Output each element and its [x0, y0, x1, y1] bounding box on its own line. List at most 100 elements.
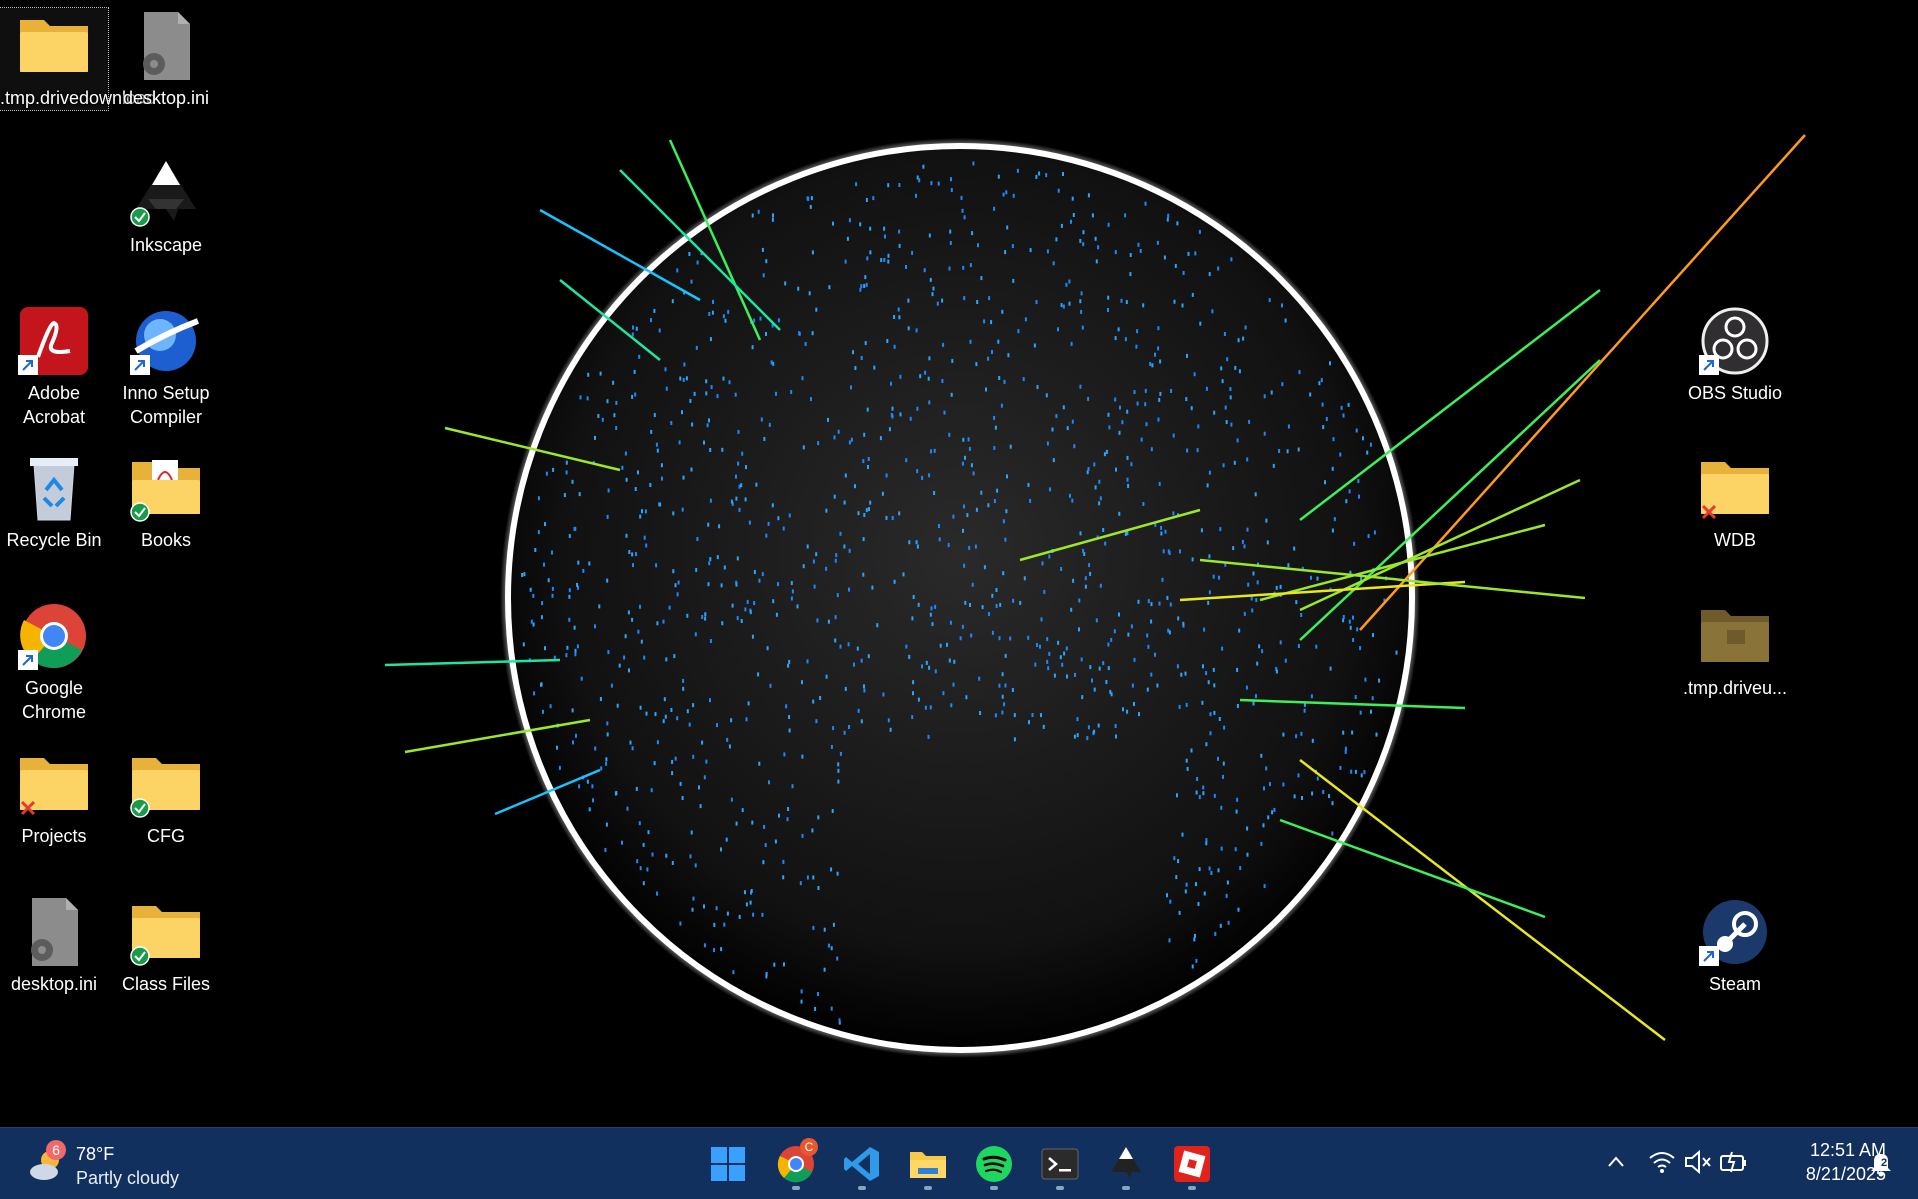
globe-dot — [1351, 730, 1354, 735]
globe-dot — [1052, 261, 1055, 266]
globe-dot — [1281, 303, 1283, 308]
globe-dot — [1009, 636, 1012, 641]
globe-dot — [888, 427, 891, 432]
globe-dot — [1367, 534, 1370, 539]
battery-icon[interactable] — [1718, 1146, 1750, 1178]
globe-dot — [863, 513, 866, 517]
globe-dot — [703, 904, 705, 909]
globe-dot — [916, 544, 919, 549]
globe-dot — [1080, 309, 1083, 314]
globe-dot — [1074, 672, 1076, 677]
desktop-icon-projects[interactable]: Projects — [0, 746, 108, 848]
globe-dot — [971, 582, 974, 587]
desktop-icon-class-files[interactable]: Class Files — [112, 894, 220, 996]
desktop-icon-inno-setup-compiler[interactable]: Inno Setup Compiler — [112, 303, 220, 429]
desktop-icon-wdb[interactable]: WDB — [1681, 450, 1789, 552]
taskbar-start-button[interactable] — [700, 1138, 756, 1188]
desktop-icon-google-chrome[interactable]: Google Chrome — [0, 598, 108, 724]
weather-widget[interactable]: 6 78°F Partly cloudy — [24, 1140, 224, 1190]
taskbar-spotify-button[interactable] — [966, 1138, 1022, 1190]
globe-dot — [1199, 321, 1202, 326]
globe-dot — [543, 562, 545, 567]
globe-dot — [1369, 442, 1372, 447]
globe-dot — [1109, 689, 1112, 694]
globe-dot — [1130, 624, 1133, 629]
desktop-icon-tmp-driveu[interactable]: .tmp.driveu... — [1681, 598, 1789, 700]
desktop-icon-books[interactable]: Books — [112, 450, 220, 552]
desktop-icon-obs-studio[interactable]: OBS Studio — [1681, 303, 1789, 405]
globe-dot — [588, 807, 591, 812]
globe-dot — [848, 587, 850, 592]
globe-dot — [884, 234, 886, 239]
globe-dot — [943, 410, 946, 415]
globe-dot — [1265, 518, 1268, 523]
globe-dot — [961, 624, 964, 629]
settings-file-icon — [143, 12, 190, 80]
desktop-icon-steam[interactable]: Steam — [1681, 894, 1789, 996]
globe-dot — [1222, 463, 1225, 468]
globe-dot — [1055, 414, 1058, 419]
globe-dot — [1273, 807, 1276, 812]
globe-dot — [671, 759, 674, 764]
globe-dot — [1181, 832, 1184, 837]
globe-dot — [971, 231, 974, 236]
desktop-icon-tmp-drivedownload[interactable]: .tmp.drivedownload — [0, 7, 156, 111]
globe-dot — [732, 970, 735, 975]
globe-dot — [1137, 599, 1140, 604]
globe-dot — [1310, 694, 1313, 699]
desktop-icon-recycle-bin[interactable]: Recycle Bin — [0, 450, 108, 552]
globe-dot — [1107, 308, 1109, 312]
desktop-icon-adobe-acrobat[interactable]: Adobe Acrobat — [0, 303, 108, 429]
taskbar-file-explorer-button[interactable] — [900, 1138, 956, 1190]
notification-center-button[interactable]: 2 — [1866, 1148, 1896, 1178]
globe-dot — [568, 534, 571, 538]
taskbar-vscode-button[interactable] — [834, 1138, 890, 1190]
icon-glyph — [1697, 894, 1773, 970]
globe-dot — [1131, 683, 1134, 688]
globe-dot — [671, 861, 674, 865]
globe-dot — [1347, 402, 1350, 407]
taskbar-inkscape-button[interactable] — [1098, 1138, 1154, 1190]
globe-dot — [915, 193, 917, 198]
globe-dot — [990, 320, 993, 325]
taskbar-chrome-button[interactable]: C — [768, 1138, 824, 1190]
taskbar-roblox-studio-button[interactable] — [1164, 1138, 1220, 1190]
globe-dot — [1198, 867, 1201, 872]
globe-dot — [1107, 642, 1110, 647]
taskbar-terminal-button[interactable] — [1032, 1138, 1088, 1190]
globe-dot — [1145, 422, 1148, 427]
globe-dot — [998, 683, 1001, 688]
globe-dot — [1133, 702, 1135, 706]
globe-dot — [994, 425, 997, 430]
globe-dot — [887, 253, 890, 258]
globe-dot — [1344, 746, 1347, 751]
globe-dot — [1002, 519, 1005, 524]
globe-dot — [916, 406, 919, 411]
globe-dot — [1359, 646, 1362, 651]
globe-dot — [1107, 222, 1110, 227]
globe-dot — [909, 416, 912, 421]
globe-dot — [1185, 758, 1188, 763]
desktop-icon-cfg[interactable]: CFG — [112, 746, 220, 848]
speaker-muted-icon[interactable] — [1682, 1146, 1714, 1178]
desktop-icon-inkscape[interactable]: Inkscape — [112, 155, 220, 257]
globe-dot — [965, 695, 968, 700]
globe-dot — [1146, 687, 1149, 692]
desktop-icon-desktop-ini[interactable]: desktop.ini — [112, 8, 220, 110]
globe-dot — [1095, 259, 1098, 264]
globe-dot — [1205, 386, 1208, 391]
globe-dot — [1268, 298, 1271, 303]
shortcut-arrow-icon — [130, 355, 150, 375]
globe-dot — [1255, 694, 1257, 699]
wifi-icon[interactable] — [1646, 1146, 1678, 1178]
globe-dot — [873, 365, 876, 370]
globe-dot — [701, 740, 704, 745]
globe-dot — [867, 465, 869, 469]
chevron-up-icon[interactable] — [1600, 1146, 1632, 1178]
desktop-icon-desktop-ini[interactable]: desktop.ini — [0, 894, 108, 996]
globe-dot — [1042, 724, 1045, 729]
globe-dot — [801, 754, 804, 759]
globe-dot — [1043, 589, 1046, 594]
globe-dot — [1087, 467, 1090, 471]
globe-dot — [950, 703, 953, 708]
